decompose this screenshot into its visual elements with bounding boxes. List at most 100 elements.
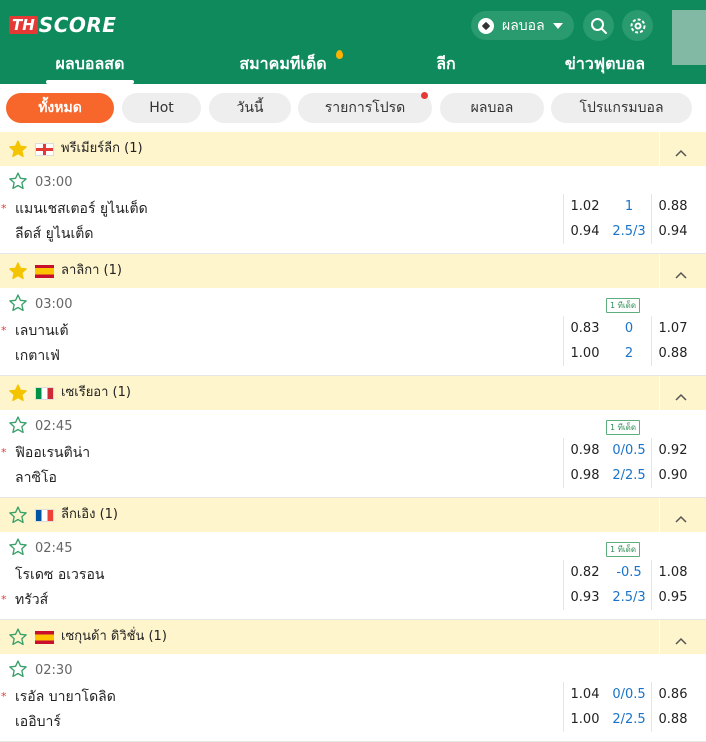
away-team[interactable]: ลีดส์ ยูไนเต็ด: [15, 223, 93, 245]
red-card-marker: *: [1, 690, 7, 703]
away-team[interactable]: เกตาเฟ่: [15, 345, 60, 367]
star-icon[interactable]: [8, 659, 28, 679]
tip-badge[interactable]: 1 ทีเด็ด: [606, 542, 641, 557]
odds-value[interactable]: 0.83: [560, 321, 610, 336]
tab-tips[interactable]: สมาคมทีเด็ด: [232, 50, 343, 84]
odds-value[interactable]: 1.02: [560, 199, 610, 214]
tab-news[interactable]: ข่าวฟุตบอล: [556, 50, 654, 84]
away-team[interactable]: ลาซิโอ: [15, 467, 57, 489]
odds-value[interactable]: 2.5/3: [604, 224, 654, 239]
star-icon[interactable]: [8, 383, 28, 403]
odds-value[interactable]: 0.92: [648, 443, 698, 458]
logo-score: SCORE: [38, 13, 117, 37]
tab-news-label: ข่าวฟุตบอล: [564, 54, 646, 73]
tip-badge[interactable]: 1 ทีเด็ด: [606, 420, 641, 435]
odds-value[interactable]: 0/0.5: [604, 687, 654, 702]
chevron-up-icon[interactable]: [674, 631, 688, 650]
odds-value[interactable]: 0.88: [648, 712, 698, 727]
star-icon[interactable]: [8, 537, 28, 557]
star-icon[interactable]: [8, 139, 28, 159]
match-star[interactable]: [8, 537, 28, 561]
league-star[interactable]: [8, 383, 28, 407]
home-team[interactable]: โรเดซ อเวรอน: [15, 564, 104, 586]
search-button[interactable]: [583, 10, 614, 41]
flag-icon: [35, 509, 54, 522]
caret-down-icon: [552, 22, 563, 29]
tab-live-scores[interactable]: ผลบอลสด: [44, 50, 136, 84]
star-icon[interactable]: [8, 505, 28, 525]
match-time: 02:30: [35, 663, 73, 678]
odds-value[interactable]: 1.00: [560, 346, 610, 361]
match-star[interactable]: [8, 659, 28, 683]
home-team[interactable]: แมนเชสเตอร์ ยูไนเต็ด: [15, 198, 148, 220]
odds-value[interactable]: 2/2.5: [604, 712, 654, 727]
odds-value[interactable]: 0.86: [648, 687, 698, 702]
filter-all[interactable]: ทั้งหมด: [6, 93, 114, 123]
league-header[interactable]: ลีกเอิง (1): [0, 498, 706, 532]
chevron-up-icon[interactable]: [674, 143, 688, 162]
thscore-logo[interactable]: TH SCORE: [9, 13, 117, 37]
odds-value[interactable]: 1.00: [560, 712, 610, 727]
star-icon[interactable]: [8, 171, 28, 191]
match-star[interactable]: [8, 293, 28, 317]
filter-today[interactable]: วันนี้: [209, 93, 291, 123]
red-card-marker: *: [1, 324, 7, 337]
home-team[interactable]: ฟิออเรนติน่า: [15, 442, 90, 464]
league-name: ลาลิกา (1): [61, 263, 122, 278]
odds-value[interactable]: 0.93: [560, 590, 610, 605]
filter-results[interactable]: ผลบอล: [440, 93, 544, 123]
filter-all-label: ทั้งหมด: [38, 100, 82, 116]
away-team[interactable]: ทรัวส์: [15, 589, 48, 611]
odds-value[interactable]: 1.07: [648, 321, 698, 336]
star-icon[interactable]: [8, 293, 28, 313]
sport-selector[interactable]: ผลบอล: [471, 11, 574, 40]
odds-value[interactable]: 0.82: [560, 565, 610, 580]
league-header[interactable]: ลาลิกา (1): [0, 254, 706, 288]
home-team[interactable]: เรอัล บายาโดลิด: [15, 686, 116, 708]
odds-value[interactable]: 0.90: [648, 468, 698, 483]
odds-value[interactable]: 0.94: [560, 224, 610, 239]
odds-value[interactable]: 2.5/3: [604, 590, 654, 605]
odds-value[interactable]: 2: [604, 346, 654, 361]
chevron-up-icon[interactable]: [674, 387, 688, 406]
league-header[interactable]: เซกุนด้า ดิวิชั่น (1): [0, 620, 706, 654]
tab-leagues[interactable]: ลีก: [430, 50, 462, 84]
odds-value[interactable]: -0.5: [604, 565, 654, 580]
league-header[interactable]: พรีเมียร์ลีก (1): [0, 132, 706, 166]
league-star[interactable]: [8, 505, 28, 529]
league-star[interactable]: [8, 139, 28, 163]
odds-value[interactable]: 0/0.5: [604, 443, 654, 458]
divider: [659, 498, 660, 532]
odds-value[interactable]: 0.88: [648, 199, 698, 214]
tip-badge[interactable]: 1 ทีเด็ด: [606, 298, 641, 313]
odds-value[interactable]: 0: [604, 321, 654, 336]
filter-favorites-label: รายการโปรด: [324, 100, 406, 116]
league-star[interactable]: [8, 261, 28, 285]
chevron-up-icon[interactable]: [674, 509, 688, 528]
league-star[interactable]: [8, 627, 28, 651]
settings-button[interactable]: [622, 10, 653, 41]
home-team[interactable]: เลบานเต้: [15, 320, 69, 342]
star-icon[interactable]: [8, 415, 28, 435]
filter-hot[interactable]: Hot: [122, 93, 201, 123]
match-star[interactable]: [8, 415, 28, 439]
chevron-up-icon[interactable]: [674, 265, 688, 284]
odds-value[interactable]: 0.98: [560, 443, 610, 458]
odds-value[interactable]: 0.94: [648, 224, 698, 239]
star-icon[interactable]: [8, 627, 28, 647]
match-star[interactable]: [8, 171, 28, 195]
filter-fixtures[interactable]: โปรแกรมบอล: [551, 93, 692, 123]
red-card-marker: *: [1, 446, 7, 459]
notification-dot: [421, 92, 428, 99]
odds-value[interactable]: 0.95: [648, 590, 698, 605]
star-icon[interactable]: [8, 261, 28, 281]
odds-value[interactable]: 1.04: [560, 687, 610, 702]
odds-value[interactable]: 0.88: [648, 346, 698, 361]
odds-value[interactable]: 0.98: [560, 468, 610, 483]
odds-value[interactable]: 1.08: [648, 565, 698, 580]
league-header[interactable]: เซเรียอา (1): [0, 376, 706, 410]
tab-tips-label: สมาคมทีเด็ด: [239, 54, 327, 73]
filter-favorites[interactable]: รายการโปรด: [298, 92, 432, 123]
odds-value[interactable]: 1: [604, 199, 654, 214]
odds-value[interactable]: 2/2.5: [604, 468, 654, 483]
